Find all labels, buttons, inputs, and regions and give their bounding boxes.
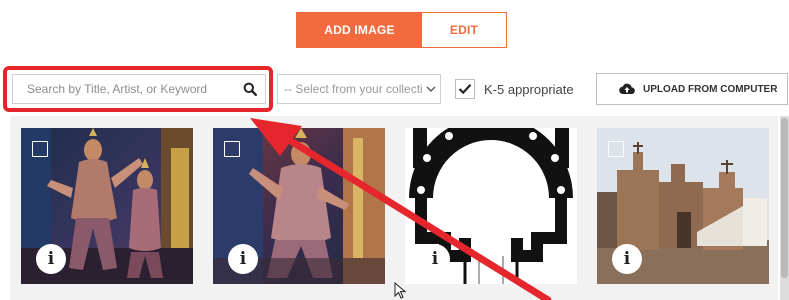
k5-checkbox[interactable] xyxy=(455,79,475,99)
search-field xyxy=(12,74,266,104)
gallery-scrollbar-thumb[interactable] xyxy=(781,118,788,278)
info-icon[interactable]: i xyxy=(612,244,642,274)
image-tile-dancer[interactable]: i xyxy=(213,128,385,284)
select-checkbox[interactable] xyxy=(608,141,624,157)
upload-from-computer-button[interactable]: UPLOAD FROM COMPUTER xyxy=(596,73,788,105)
select-checkbox[interactable] xyxy=(224,141,240,157)
checkmark-icon xyxy=(458,84,472,95)
image-tile-floor-plan[interactable]: i xyxy=(405,128,577,284)
search-input[interactable] xyxy=(13,75,235,103)
cloud-upload-icon xyxy=(619,83,635,95)
tab-add-image[interactable]: ADD IMAGE xyxy=(297,13,422,47)
k5-checkbox-label: K-5 appropriate xyxy=(484,82,574,97)
chevron-down-icon xyxy=(422,86,440,92)
image-tile-church[interactable]: i xyxy=(597,128,769,284)
info-icon[interactable]: i xyxy=(228,244,258,274)
image-tile-dancers[interactable]: i xyxy=(21,128,193,284)
tab-edit[interactable]: EDIT xyxy=(422,13,506,47)
info-icon[interactable]: i xyxy=(420,244,450,274)
info-icon[interactable]: i xyxy=(36,244,66,274)
collection-select-value: -- Select from your collecti xyxy=(284,82,422,96)
search-icon[interactable] xyxy=(235,75,265,103)
mode-tabs: ADD IMAGE EDIT xyxy=(296,12,507,48)
upload-button-label: UPLOAD FROM COMPUTER xyxy=(643,83,778,95)
select-checkbox[interactable] xyxy=(32,141,48,157)
mouse-cursor-icon xyxy=(394,282,406,299)
collection-select[interactable]: -- Select from your collecti xyxy=(277,74,441,104)
